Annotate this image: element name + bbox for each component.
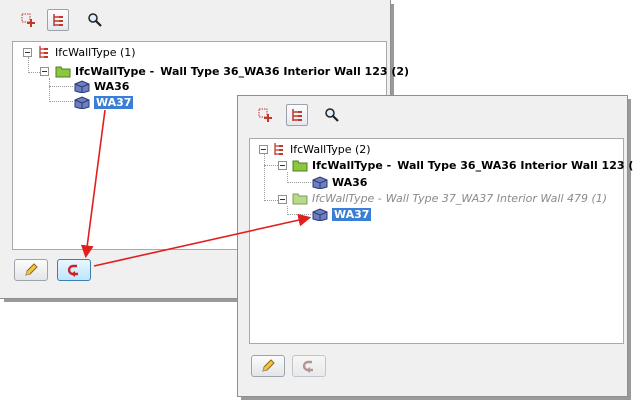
left-search-button[interactable]: [84, 9, 106, 31]
right-root-node[interactable]: IfcWallType (2): [272, 141, 371, 157]
blue-element-icon: [312, 176, 328, 189]
right-type1-name: Wall Type 36_WA36 Interior Wall 123 (1): [397, 158, 634, 172]
left-type-prefix: IfcWallType -: [75, 64, 155, 78]
search-icon: [88, 13, 102, 27]
tree-guide: [28, 57, 29, 73]
right-undo-button[interactable]: [292, 355, 326, 377]
right-type2-node[interactable]: IfcWallType - Wall Type 37_WA37 Interior…: [292, 190, 607, 206]
left-child-wa36-label: WA36: [94, 79, 130, 93]
pencil-icon: [262, 359, 275, 372]
right-type2-name: Wall Type 37_WA37 Interior Wall 479 (1): [385, 191, 608, 205]
tree-guide: [264, 165, 278, 166]
tree-guide: [28, 72, 40, 73]
tree-view-icon: [274, 143, 283, 155]
right-type1-collapse-toggle[interactable]: [278, 161, 287, 170]
right-type1-child-wa36[interactable]: WA36: [312, 174, 367, 190]
left-add-node-button[interactable]: [17, 9, 39, 31]
pencil-icon: [25, 263, 38, 276]
left-type-name: Wall Type 36_WA36 Interior Wall 123 (2): [160, 64, 410, 78]
right-window-shadow-bottom: [241, 397, 631, 400]
right-type2-prefix: IfcWallType -: [312, 191, 382, 205]
left-root-label: IfcWallType (1): [55, 45, 136, 59]
right-add-node-button[interactable]: [254, 104, 276, 126]
tree-guide: [287, 182, 311, 183]
right-type1-child-label: WA36: [332, 175, 368, 189]
left-undo-button[interactable]: [57, 259, 91, 281]
right-type2-collapse-toggle[interactable]: [278, 195, 287, 204]
left-child-wa37[interactable]: WA37: [74, 94, 134, 110]
right-root-collapse-toggle[interactable]: [259, 145, 268, 154]
add-node-icon: [258, 108, 272, 122]
right-root-label: IfcWallType (2): [290, 142, 371, 156]
tree-guide: [49, 101, 73, 102]
left-child-wa37-label: WA37: [94, 95, 134, 109]
left-root-collapse-toggle[interactable]: [23, 48, 32, 57]
right-type2-child-label: WA37: [332, 207, 372, 221]
left-edit-button[interactable]: [14, 259, 48, 281]
blue-element-icon: [74, 96, 90, 109]
green-folder-icon: [292, 193, 308, 205]
blue-element-icon: [312, 208, 328, 221]
blue-element-icon: [74, 80, 90, 93]
undo-arrow-icon: [302, 360, 313, 373]
right-edit-button[interactable]: [251, 355, 285, 377]
tree-guide: [264, 154, 265, 201]
right-type2-child-wa37[interactable]: WA37: [312, 206, 372, 222]
right-type1-prefix: IfcWallType -: [312, 158, 392, 172]
green-folder-icon: [292, 160, 308, 172]
tree-guide: [287, 214, 311, 215]
tree-view-icon: [292, 109, 302, 121]
tree-view-icon: [53, 14, 63, 26]
right-search-button[interactable]: [321, 104, 343, 126]
green-folder-icon: [55, 66, 71, 78]
right-tree-view-button[interactable]: [286, 104, 308, 126]
left-child-wa36[interactable]: WA36: [74, 78, 129, 94]
left-tree-view-button[interactable]: [47, 9, 69, 31]
tree-guide: [49, 86, 73, 87]
tree-guide: [49, 78, 50, 102]
tree-guide: [264, 200, 278, 201]
right-type1-node[interactable]: IfcWallType - Wall Type 36_WA36 Interior…: [292, 157, 634, 173]
left-type-node[interactable]: IfcWallType - Wall Type 36_WA36 Interior…: [55, 63, 409, 79]
left-type-collapse-toggle[interactable]: [40, 67, 49, 76]
left-root-node[interactable]: IfcWallType (1): [37, 44, 136, 60]
tree-view-icon: [39, 46, 48, 58]
search-icon: [325, 108, 339, 122]
right-window-shadow: [628, 99, 631, 400]
add-node-icon: [21, 13, 35, 27]
undo-arrow-icon: [67, 264, 78, 277]
